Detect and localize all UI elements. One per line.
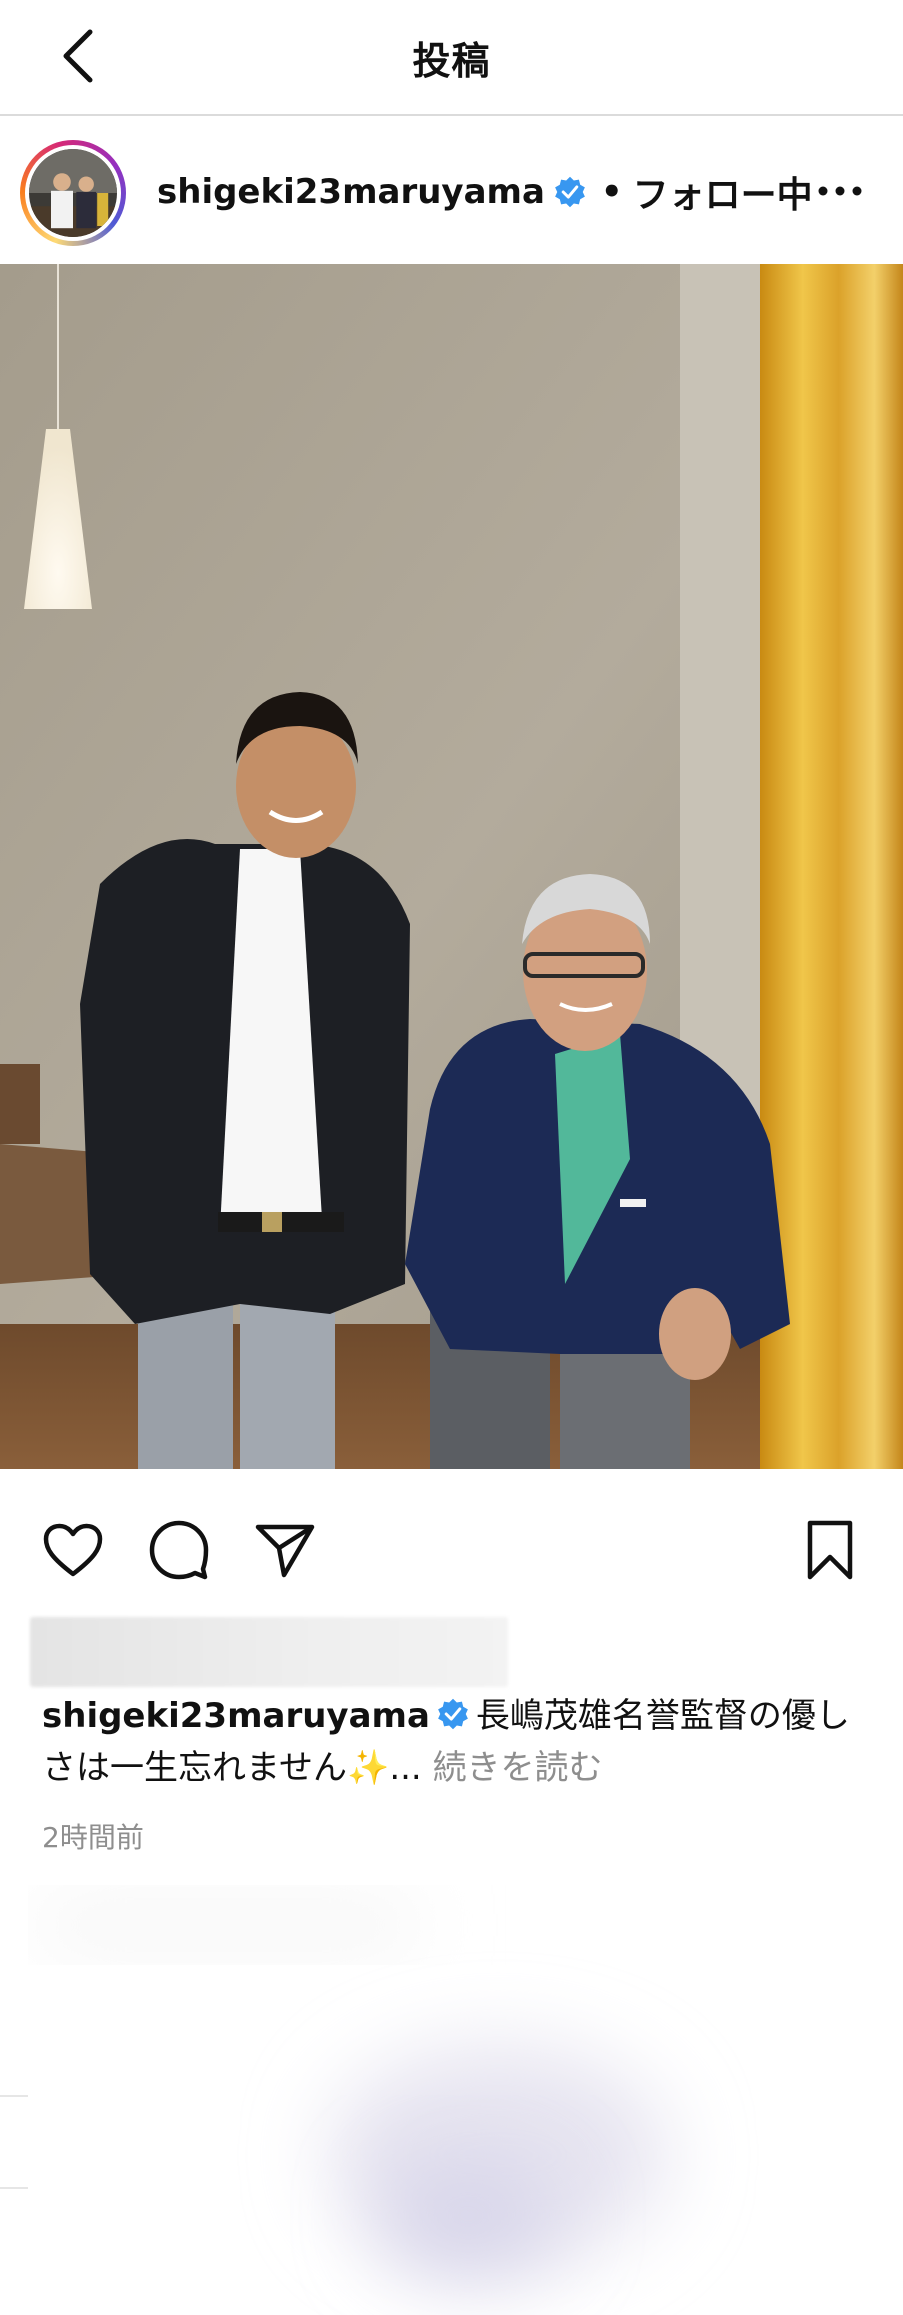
comment-button[interactable]: [144, 1515, 214, 1585]
top-navigation-bar: 投稿: [0, 0, 903, 116]
verified-badge-icon: [436, 1696, 470, 1744]
post-username[interactable]: shigeki23maruyama: [157, 172, 545, 212]
avatar: [29, 149, 117, 237]
more-options-button[interactable]: [812, 166, 868, 216]
post-caption: shigeki23maruyama 長嶋茂雄名誉監督の優しさは一生忘れません✨..…: [42, 1692, 862, 1792]
redacted-content: [28, 1885, 903, 2315]
separator-dot: •: [600, 172, 623, 212]
post-photo[interactable]: [0, 264, 903, 1469]
post-header: shigeki23maruyama • フォロー中: [0, 118, 903, 264]
send-icon: [255, 1524, 315, 1578]
post-action-bar: [0, 1469, 903, 1619]
following-button[interactable]: フォロー中: [633, 166, 813, 218]
like-button[interactable]: [38, 1515, 108, 1585]
divider: [0, 2187, 28, 2189]
caption-username[interactable]: shigeki23maruyama: [42, 1696, 430, 1736]
save-button[interactable]: [795, 1515, 865, 1585]
verified-badge-icon: [553, 175, 587, 209]
comment-icon: [149, 1520, 209, 1580]
more-horizontal-icon: [818, 186, 862, 196]
post-timestamp: 2時間前: [42, 1821, 144, 1854]
story-ring[interactable]: [20, 140, 126, 246]
page-title: 投稿: [412, 39, 491, 83]
share-button[interactable]: [250, 1515, 320, 1585]
bookmark-icon: [807, 1520, 853, 1580]
likes-count-redacted: [30, 1617, 508, 1687]
divider: [0, 2095, 28, 2097]
read-more-link[interactable]: 続きを読む: [433, 1748, 603, 1788]
heart-icon: [43, 1523, 103, 1577]
